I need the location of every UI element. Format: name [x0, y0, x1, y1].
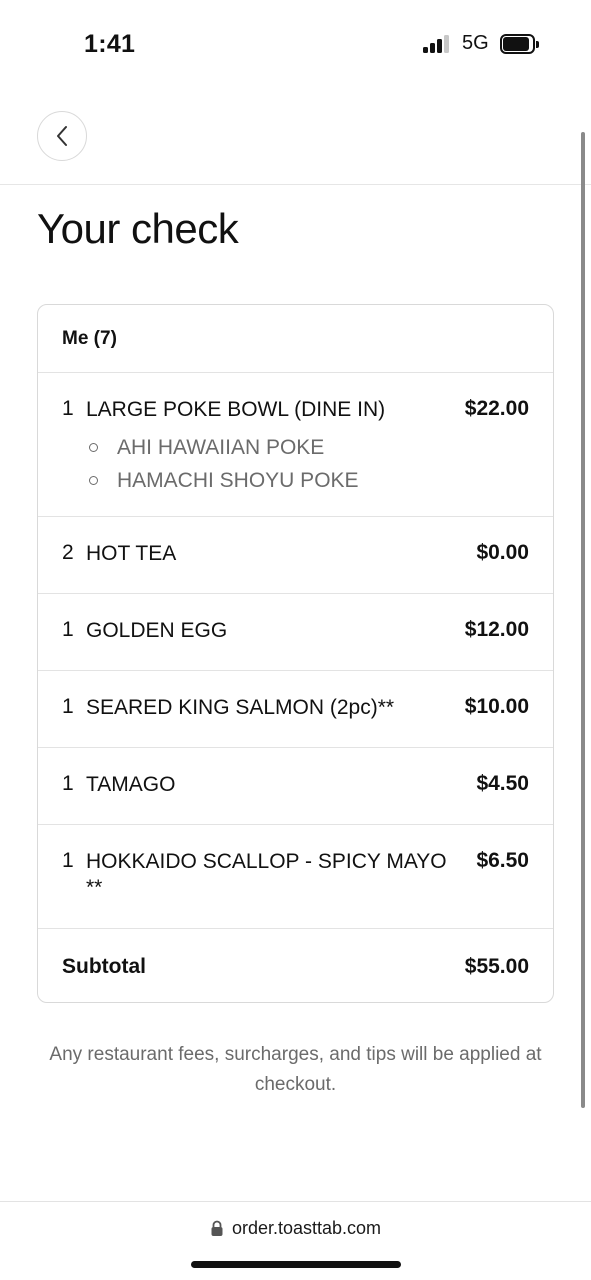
browser-divider: [0, 1201, 591, 1202]
item-name: SEARED KING SALMON (2pc)**: [86, 696, 395, 719]
home-indicator[interactable]: [191, 1261, 401, 1268]
page-title: Your check: [37, 205, 239, 252]
item-name: LARGE POKE BOWL (DINE IN): [86, 398, 386, 421]
scrollbar[interactable]: [581, 132, 585, 1108]
item-price: $6.50: [476, 849, 529, 872]
status-bar: 1:41 5G: [0, 0, 591, 90]
url-text: order.toasttab.com: [231, 1218, 382, 1238]
cellular-signal-icon: [423, 35, 453, 53]
bullet-icon: [89, 476, 98, 485]
item-quantity: 1: [62, 618, 74, 641]
item-price: $10.00: [464, 695, 529, 718]
item-quantity: 1: [62, 849, 74, 872]
check-item: 1 HOKKAIDO SCALLOP - SPICY MAYO ** $6.50: [38, 825, 553, 929]
chevron-left-icon: [57, 126, 67, 146]
item-quantity: 1: [62, 397, 74, 420]
modifier-item: HAMACHI SHOYU POKE: [86, 464, 529, 497]
header-divider: [0, 184, 591, 185]
item-modifiers: AHI HAWAIIAN POKE HAMACHI SHOYU POKE: [86, 431, 529, 497]
item-name: HOT TEA: [86, 542, 177, 565]
check-page: 1:41 5G Your check Me (7) 1 LARGE POKE B…: [0, 0, 591, 1280]
bullet-icon: [89, 443, 98, 452]
fees-note: Any restaurant fees, surcharges, and tip…: [49, 1044, 542, 1095]
item-price: $0.00: [476, 541, 529, 564]
subtotal-value: $55.00: [464, 955, 529, 978]
modifier-item: AHI HAWAIIAN POKE: [86, 431, 529, 464]
status-time: 1:41: [84, 30, 136, 58]
item-price: $4.50: [476, 772, 529, 795]
check-item: 1 TAMAGO $4.50: [38, 748, 553, 825]
modifier-label: HAMACHI SHOYU POKE: [117, 468, 359, 492]
check-item: 1 SEARED KING SALMON (2pc)** $10.00: [38, 671, 553, 748]
item-name: TAMAGO: [86, 773, 176, 796]
lock-icon: [211, 1220, 223, 1236]
subtotal-row: Subtotal $55.00: [38, 929, 553, 1002]
item-name: HOKKAIDO SCALLOP - SPICY MAYO **: [86, 850, 447, 899]
back-button[interactable]: [37, 111, 87, 161]
subtotal-label: Subtotal: [62, 955, 146, 978]
url-bar[interactable]: order.toasttab.com: [0, 1218, 591, 1239]
check-item: 1 LARGE POKE BOWL (DINE IN) $22.00 AHI H…: [38, 373, 553, 517]
item-quantity: 1: [62, 772, 74, 795]
item-quantity: 1: [62, 695, 74, 718]
battery-icon: [500, 34, 539, 54]
check-card: Me (7) 1 LARGE POKE BOWL (DINE IN) $22.0…: [37, 304, 554, 1003]
modifier-label: AHI HAWAIIAN POKE: [117, 435, 325, 459]
guest-header: Me (7): [38, 305, 553, 373]
item-quantity: 2: [62, 541, 74, 564]
item-name: GOLDEN EGG: [86, 619, 228, 642]
network-type: 5G: [462, 32, 489, 54]
check-item: 1 GOLDEN EGG $12.00: [38, 594, 553, 671]
item-price: $22.00: [464, 397, 529, 420]
item-price: $12.00: [464, 618, 529, 641]
check-item: 2 HOT TEA $0.00: [38, 517, 553, 594]
